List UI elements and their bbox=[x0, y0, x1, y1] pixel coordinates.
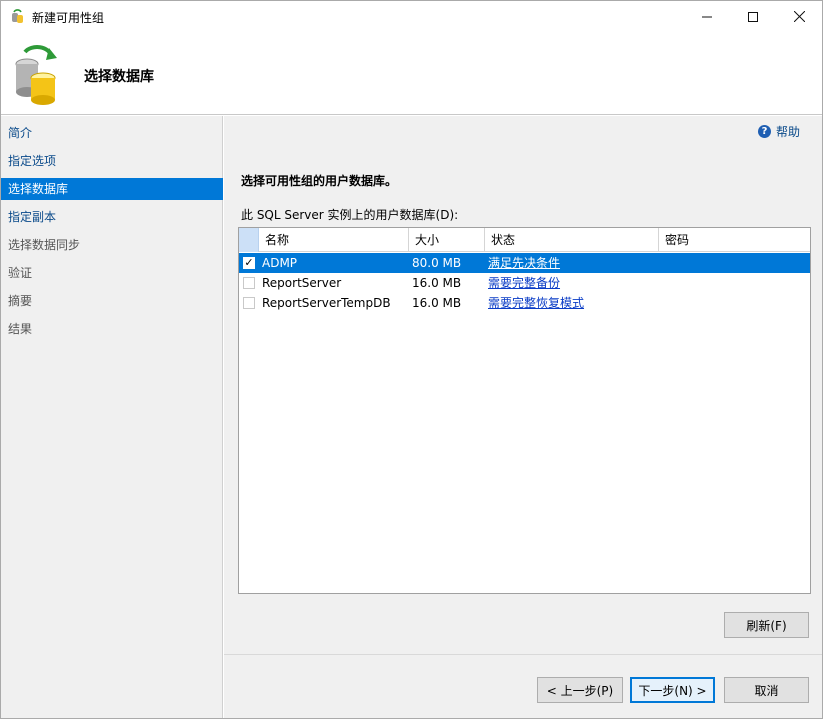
refresh-button[interactable]: 刷新(F) bbox=[724, 612, 809, 638]
database-grid[interactable]: 名称 大小 状态 密码 ✓ ADMP 80.0 MB 满足先决条件 Report… bbox=[238, 227, 811, 594]
db-name: ReportServerTempDB bbox=[262, 296, 391, 310]
page-title: 选择数据库 bbox=[84, 69, 154, 85]
database-sync-icon bbox=[15, 45, 57, 105]
db-name: ReportServer bbox=[262, 276, 342, 290]
window-title: 新建可用性组 bbox=[32, 11, 105, 25]
title-bar: 新建可用性组 bbox=[1, 1, 822, 32]
select-all-header[interactable] bbox=[239, 228, 259, 252]
db-size: 16.0 MB bbox=[412, 276, 462, 290]
minimize-icon bbox=[702, 16, 712, 17]
maximize-icon bbox=[748, 11, 758, 22]
section-heading: 选择可用性组的用户数据库。 bbox=[241, 174, 398, 188]
close-icon bbox=[793, 11, 805, 22]
nav-item-intro[interactable]: 简介 bbox=[1, 122, 223, 144]
db-status-link[interactable]: 需要完整恢复模式 bbox=[488, 293, 584, 313]
db-status-link[interactable]: 需要完整备份 bbox=[488, 273, 560, 293]
db-name: ADMP bbox=[262, 256, 298, 270]
content-panel: ? 帮助 选择可用性组的用户数据库。 此 SQL Server 实例上的用户数据… bbox=[224, 116, 822, 718]
nav-item-results: 结果 bbox=[8, 322, 33, 336]
footer-divider bbox=[224, 654, 822, 655]
wizard-header: 选择数据库 bbox=[1, 32, 822, 115]
row-checkbox[interactable] bbox=[243, 297, 255, 309]
help-icon: ? bbox=[757, 125, 771, 138]
next-button[interactable]: 下一步(N) > bbox=[630, 677, 715, 703]
nav-item-summary: 摘要 bbox=[8, 294, 33, 308]
column-header-size[interactable]: 大小 bbox=[409, 228, 485, 252]
nav-item-options[interactable]: 指定选项 bbox=[1, 150, 223, 172]
back-button[interactable]: < 上一步(P) bbox=[537, 677, 623, 703]
db-size: 16.0 MB bbox=[412, 296, 462, 310]
column-header-name[interactable]: 名称 bbox=[259, 228, 409, 252]
db-status-link[interactable]: 满足先决条件 bbox=[488, 253, 560, 273]
nav-item-replicas[interactable]: 指定副本 bbox=[1, 206, 223, 228]
grid-header: 名称 大小 状态 密码 bbox=[239, 228, 810, 252]
column-header-password[interactable]: 密码 bbox=[659, 228, 810, 252]
help-link[interactable]: ? 帮助 bbox=[757, 123, 800, 140]
table-row[interactable]: ReportServerTempDB 16.0 MB 需要完整恢复模式 bbox=[239, 293, 810, 313]
row-checkbox[interactable] bbox=[243, 277, 255, 289]
row-checkbox[interactable]: ✓ bbox=[243, 257, 255, 269]
close-button[interactable] bbox=[776, 1, 822, 32]
table-row[interactable]: ✓ ADMP 80.0 MB 满足先决条件 bbox=[239, 253, 810, 273]
db-size: 80.0 MB bbox=[412, 256, 462, 270]
nav-item-validation: 验证 bbox=[8, 266, 33, 280]
app-icon bbox=[12, 9, 23, 23]
help-label: 帮助 bbox=[775, 125, 800, 139]
minimize-button[interactable] bbox=[684, 1, 730, 32]
wizard-window: 新建可用性组 选择数据库 简介 指定选项 选择数据库 指定副本 选择数据同步 验… bbox=[0, 0, 823, 719]
table-row[interactable]: ReportServer 16.0 MB 需要完整备份 bbox=[239, 273, 810, 293]
maximize-button[interactable] bbox=[730, 1, 776, 32]
grid-label: 此 SQL Server 实例上的用户数据库(D): bbox=[241, 208, 459, 222]
wizard-nav: 简介 指定选项 选择数据库 指定副本 选择数据同步 验证 摘要 结果 bbox=[1, 116, 223, 718]
column-header-status[interactable]: 状态 bbox=[485, 228, 659, 252]
nav-item-select-databases[interactable]: 选择数据库 bbox=[1, 178, 223, 200]
cancel-button[interactable]: 取消 bbox=[724, 677, 809, 703]
nav-item-data-sync: 选择数据同步 bbox=[8, 238, 81, 252]
